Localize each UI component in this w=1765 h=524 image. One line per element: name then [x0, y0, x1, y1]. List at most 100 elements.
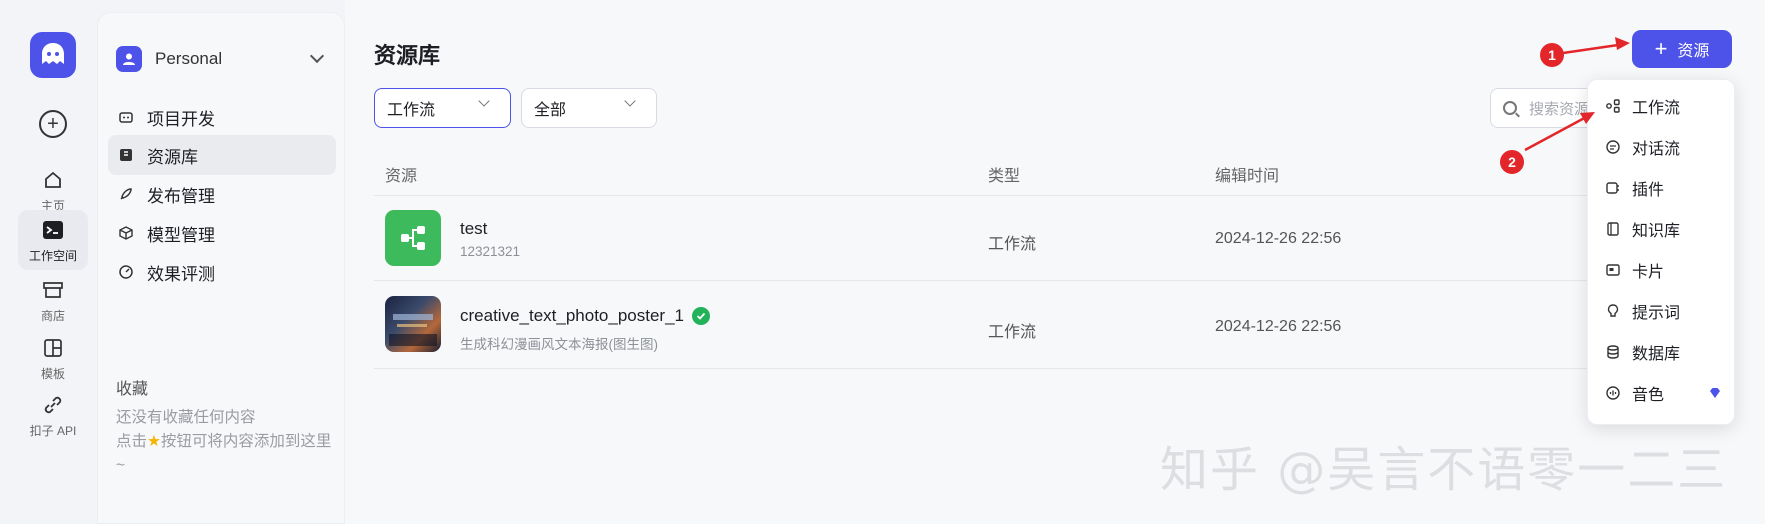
menu-item-workflow[interactable]: 工作流	[1596, 88, 1728, 124]
menu-item-label: 音色	[1632, 387, 1665, 404]
template-icon	[40, 335, 66, 361]
create-button[interactable]: +	[39, 110, 67, 138]
favorites-title: 收藏	[116, 381, 149, 398]
menu-item-database[interactable]: 数据库	[1596, 334, 1728, 370]
menu-item-label: 工作流	[1632, 100, 1681, 117]
rail-item-label: 商店	[40, 308, 65, 323]
workflow-thumbnail-icon	[385, 210, 441, 266]
nav-item-label: 资源库	[147, 147, 198, 167]
menu-item-label: 知识库	[1632, 223, 1681, 240]
plugin-icon	[1604, 179, 1622, 197]
resource-type: 工作流	[988, 236, 1037, 253]
card-icon	[1604, 261, 1622, 279]
search-placeholder: 搜索资源	[1529, 100, 1590, 118]
add-resource-menu: 工作流 对话流 插件 知识库 卡片 提示词 数据库 音色	[1587, 79, 1735, 425]
logo-icon	[42, 43, 64, 64]
nav-item-label: 模型管理	[147, 225, 215, 245]
menu-item-plugin[interactable]: 插件	[1596, 170, 1728, 206]
knowledge-icon	[1604, 220, 1622, 238]
resource-edit-time: 2024-12-26 22:56	[1215, 318, 1342, 335]
library-icon	[117, 146, 135, 164]
scope-filter-value: 全部	[534, 102, 567, 119]
divider	[374, 368, 1624, 369]
nav-item-label: 发布管理	[147, 186, 215, 206]
space-selector[interactable]: Personal	[116, 43, 330, 75]
type-filter-value: 工作流	[387, 102, 436, 119]
nav-item-evaluation[interactable]: 效果评测	[108, 252, 336, 292]
divider	[374, 195, 1624, 196]
menu-item-label: 卡片	[1632, 264, 1665, 281]
user-avatar-icon	[116, 46, 142, 72]
favorites-hint-line1: 还没有收藏任何内容	[116, 409, 256, 426]
star-icon: ★	[147, 433, 161, 450]
terminal-icon	[40, 217, 66, 243]
column-header-edit-time: 编辑时间	[1215, 168, 1280, 185]
favorites-hint: 还没有收藏任何内容 点击★按钮可将内容添加到这里~	[116, 406, 336, 478]
favorites-hint-click: 点击	[116, 433, 148, 450]
voice-icon	[1604, 384, 1622, 402]
step-1-badge: 1	[1540, 43, 1564, 67]
chevron-down-icon	[478, 95, 490, 107]
home-icon	[40, 167, 66, 193]
rail-item-label: 工作空间	[28, 248, 77, 263]
rail-item-api[interactable]: 扣子 API	[18, 385, 88, 445]
menu-item-label: 对话流	[1632, 141, 1681, 158]
chatflow-icon	[1604, 138, 1622, 156]
chevron-down-icon	[624, 95, 636, 107]
database-icon	[1604, 343, 1622, 361]
page-title: 资源库	[374, 43, 441, 68]
column-header-type: 类型	[988, 168, 1021, 185]
rail-item-store[interactable]: 商店	[18, 270, 88, 330]
cube-icon	[117, 224, 135, 242]
watermark: 知乎 @吴言不语零一二三	[1160, 442, 1728, 498]
menu-item-chatflow[interactable]: 对话流	[1596, 129, 1728, 165]
prompt-icon	[1604, 302, 1622, 320]
resource-name-wrap: creative_text_photo_poster_1	[460, 306, 710, 326]
rail-item-label: 模板	[40, 366, 65, 381]
app-logo[interactable]	[30, 32, 76, 78]
plus-icon: +	[1654, 36, 1668, 61]
workspace-sidebar: Personal 项目开发 资源库 发布管理 模型管理 效果评测 收藏 还没有收…	[97, 12, 345, 524]
resource-description: 生成科幻漫画风文本海报(图生图)	[460, 337, 658, 352]
chevron-down-icon	[309, 48, 325, 64]
rail-item-templates[interactable]: 模板	[18, 328, 88, 388]
rail-item-workspace[interactable]: 工作空间	[18, 210, 88, 270]
menu-item-prompt[interactable]: 提示词	[1596, 293, 1728, 329]
column-header-resource: 资源	[385, 168, 418, 185]
gauge-icon	[117, 263, 135, 281]
menu-item-card[interactable]: 卡片	[1596, 252, 1728, 288]
step-2-badge: 2	[1500, 150, 1524, 174]
icon-rail: + 主页 工作空间 商店 模板 扣子 API	[0, 0, 97, 524]
search-input[interactable]: 搜索资源	[1490, 88, 1600, 128]
poster-thumbnail-image	[385, 296, 441, 352]
resource-edit-time: 2024-12-26 22:56	[1215, 230, 1342, 247]
robot-icon	[117, 108, 135, 126]
resource-description: 12321321	[460, 244, 521, 259]
nav-item-label: 效果评测	[147, 264, 215, 284]
menu-item-voice[interactable]: 音色	[1596, 375, 1728, 411]
verified-check-icon	[692, 307, 710, 325]
rocket-icon	[117, 185, 135, 203]
nav-item-model[interactable]: 模型管理	[108, 213, 336, 253]
menu-item-knowledge[interactable]: 知识库	[1596, 211, 1728, 247]
add-resource-button[interactable]: + 资源	[1632, 30, 1732, 68]
scope-filter-select[interactable]: 全部	[521, 88, 657, 128]
type-filter-select[interactable]: 工作流	[374, 88, 511, 128]
resource-name: creative_text_photo_poster_1	[460, 306, 684, 325]
nav-item-resource-library[interactable]: 资源库	[108, 135, 336, 175]
menu-item-label: 数据库	[1632, 346, 1681, 363]
nav-item-label: 项目开发	[147, 109, 215, 129]
menu-item-label: 提示词	[1632, 305, 1681, 322]
store-icon	[40, 277, 66, 303]
premium-diamond-icon	[1710, 388, 1720, 398]
nav-item-project-dev[interactable]: 项目开发	[108, 97, 336, 137]
resource-type: 工作流	[988, 324, 1037, 341]
space-name: Personal	[155, 49, 223, 68]
nav-item-publish[interactable]: 发布管理	[108, 174, 336, 214]
workflow-icon	[1604, 97, 1622, 115]
rail-item-label: 扣子 API	[29, 423, 77, 438]
menu-item-label: 插件	[1632, 182, 1665, 199]
add-resource-label: 资源	[1677, 43, 1710, 60]
link-icon	[40, 392, 66, 418]
search-icon	[1503, 101, 1517, 115]
